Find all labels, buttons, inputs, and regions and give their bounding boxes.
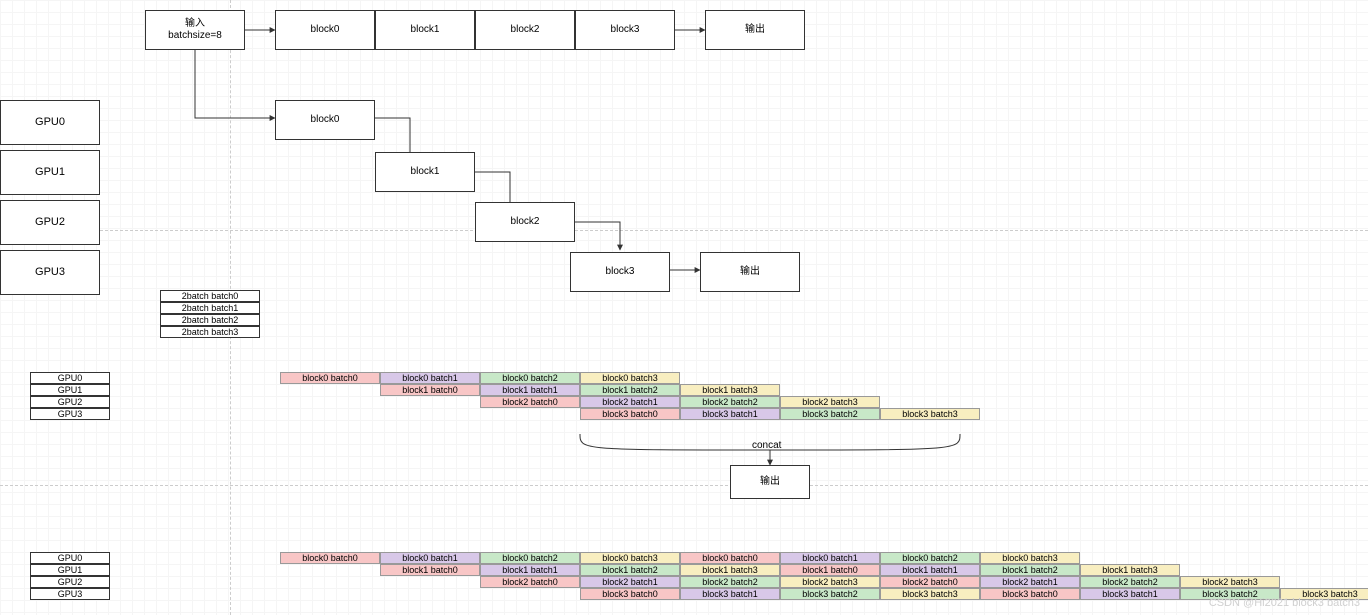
p1-r0c1: block0 batch1 <box>380 372 480 384</box>
stair-block2: block2 <box>475 202 575 242</box>
batch-list-2: 2batch batch2 <box>160 314 260 326</box>
p1-r2c2: block2 batch2 <box>680 396 780 408</box>
stair-output: 输出 <box>700 252 800 292</box>
p2-r0c3: block0 batch3 <box>580 552 680 564</box>
batch-list-0: 2batch batch0 <box>160 290 260 302</box>
p1-gpu0: GPU0 <box>30 372 110 384</box>
p1-r0c2: block0 batch2 <box>480 372 580 384</box>
p2-r2c5: block2 batch1 <box>980 576 1080 588</box>
p2-r3c0: block3 batch0 <box>580 588 680 600</box>
p2-r2c3: block2 batch3 <box>780 576 880 588</box>
p2-r2c0: block2 batch0 <box>480 576 580 588</box>
p1-r2c3: block2 batch3 <box>780 396 880 408</box>
p1-r3c0: block3 batch0 <box>580 408 680 420</box>
batch-list-1: 2batch batch1 <box>160 302 260 314</box>
p2-r2c1: block2 batch1 <box>580 576 680 588</box>
p1-r3c2: block3 batch2 <box>780 408 880 420</box>
p2-r2c6: block2 batch2 <box>1080 576 1180 588</box>
stair-block3: block3 <box>570 252 670 292</box>
top-block3: block3 <box>575 10 675 50</box>
p1-gpu2: GPU2 <box>30 396 110 408</box>
p2-r3c4: block3 batch0 <box>980 588 1080 600</box>
p2-r1c1: block1 batch1 <box>480 564 580 576</box>
p1-gpu3: GPU3 <box>30 408 110 420</box>
p2-gpu3: GPU3 <box>30 588 110 600</box>
p1-r1c2: block1 batch2 <box>580 384 680 396</box>
top-output: 输出 <box>705 10 805 50</box>
gpu0-big: GPU0 <box>0 100 100 145</box>
p2-r3c1: block3 batch1 <box>680 588 780 600</box>
stair-block0: block0 <box>275 100 375 140</box>
input-box: 输入 batchsize=8 <box>145 10 245 50</box>
p1-r0c3: block0 batch3 <box>580 372 680 384</box>
p2-r0c2: block0 batch2 <box>480 552 580 564</box>
p1-r2c0: block2 batch0 <box>480 396 580 408</box>
p2-r1c7: block1 batch3 <box>1080 564 1180 576</box>
p2-r0c4: block0 batch0 <box>680 552 780 564</box>
batch-list-3: 2batch batch3 <box>160 326 260 338</box>
p1-r1c0: block1 batch0 <box>380 384 480 396</box>
p2-r2c2: block2 batch2 <box>680 576 780 588</box>
p2-r2c7: block2 batch3 <box>1180 576 1280 588</box>
p1-r1c3: block1 batch3 <box>680 384 780 396</box>
top-block1: block1 <box>375 10 475 50</box>
gpu2-big: GPU2 <box>0 200 100 245</box>
p1-r0c0: block0 batch0 <box>280 372 380 384</box>
p2-r1c6: block1 batch2 <box>980 564 1080 576</box>
p2-r1c5: block1 batch1 <box>880 564 980 576</box>
p1-r3c3: block3 batch3 <box>880 408 980 420</box>
p2-r3c5: block3 batch1 <box>1080 588 1180 600</box>
p1-gpu1: GPU1 <box>30 384 110 396</box>
p2-gpu2: GPU2 <box>30 576 110 588</box>
watermark: CSDN @Hi2021 block3 batch3 <box>1209 597 1360 609</box>
p2-r0c6: block0 batch2 <box>880 552 980 564</box>
p2-gpu1: GPU1 <box>30 564 110 576</box>
gpu3-big: GPU3 <box>0 250 100 295</box>
p2-r3c2: block3 batch2 <box>780 588 880 600</box>
stair-block1: block1 <box>375 152 475 192</box>
p2-r0c1: block0 batch1 <box>380 552 480 564</box>
p2-r1c4: block1 batch0 <box>780 564 880 576</box>
p1-r2c1: block2 batch1 <box>580 396 680 408</box>
p2-r0c5: block0 batch1 <box>780 552 880 564</box>
concat-label: concat <box>752 440 781 451</box>
p2-r1c3: block1 batch3 <box>680 564 780 576</box>
p1-r1c1: block1 batch1 <box>480 384 580 396</box>
p2-gpu0: GPU0 <box>30 552 110 564</box>
top-block0: block0 <box>275 10 375 50</box>
p1-r3c1: block3 batch1 <box>680 408 780 420</box>
p1-output: 输出 <box>730 465 810 499</box>
p2-r3c3: block3 batch3 <box>880 588 980 600</box>
gpu1-big: GPU1 <box>0 150 100 195</box>
p2-r0c7: block0 batch3 <box>980 552 1080 564</box>
p2-r1c0: block1 batch0 <box>380 564 480 576</box>
top-block2: block2 <box>475 10 575 50</box>
p2-r2c4: block2 batch0 <box>880 576 980 588</box>
p2-r1c2: block1 batch2 <box>580 564 680 576</box>
p2-r0c0: block0 batch0 <box>280 552 380 564</box>
